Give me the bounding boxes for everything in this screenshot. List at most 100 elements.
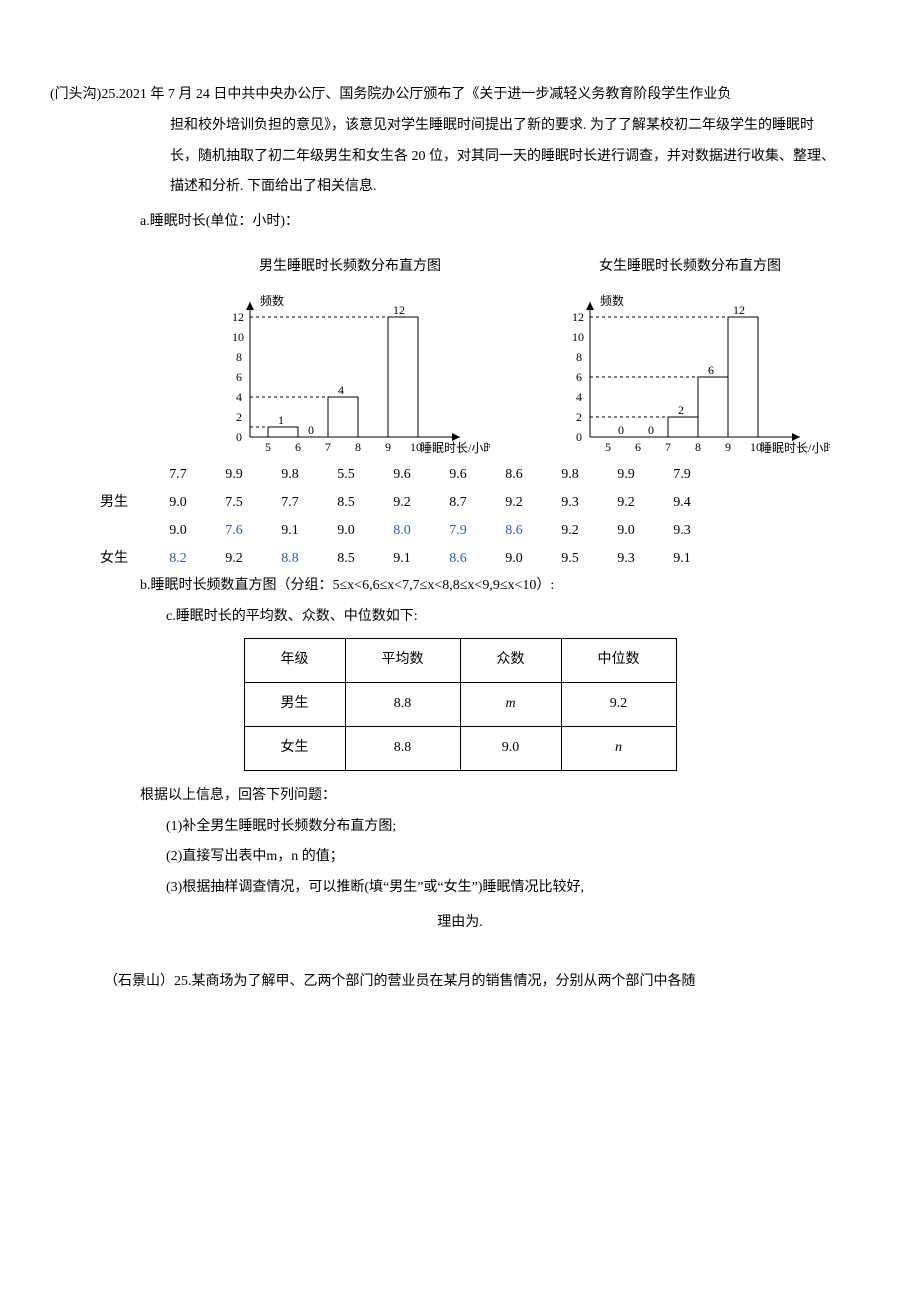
table-row: 年级 平均数 众数 中位数 (244, 639, 676, 683)
q1-line1: (门头沟)25.2021 年 7 月 24 日中共中央办公厅、国务院办公厅颁布了… (50, 80, 870, 111)
bar-label: 0 (308, 423, 314, 437)
tick: 10 (410, 440, 422, 454)
charts-row: 男生睡眠时长频数分布直方图 频数 睡眠时长/小时 0 2 4 6 8 10 12… (210, 252, 830, 457)
xlabel: 睡眠时长/小时 (420, 441, 490, 455)
data-cell: 8.6 (430, 545, 486, 573)
question-25-shijingshan: （石景山）25.某商场为了解甲、乙两个部门的营业员在某月的销售情况，分别从两个部… (50, 967, 870, 998)
tick: 9 (725, 440, 731, 454)
th-median: 中位数 (561, 639, 676, 683)
td: 9.2 (561, 683, 676, 727)
boys-chart-title: 男生睡眠时长频数分布直方图 (259, 252, 441, 283)
data-cell: 7.6 (206, 517, 262, 545)
tick: 2 (576, 410, 582, 424)
bar-label: 4 (338, 383, 344, 397)
ylabel: 频数 (260, 293, 284, 308)
td: 9.0 (460, 726, 561, 770)
data-cell: 9.9 (206, 461, 262, 489)
followup-prompt: 根据以上信息，回答下列问题： (50, 781, 870, 812)
td: 女生 (244, 726, 345, 770)
data-cell: 9.2 (486, 489, 542, 517)
data-cell: 8.6 (486, 517, 542, 545)
th-grade: 年级 (244, 639, 345, 683)
data-cell: 8.7 (430, 489, 486, 517)
q1-para-l2: 担和校外培训负担的意见》，该意见对学生睡眠时间提出了新的要求. 为了了解某校初二… (50, 111, 870, 142)
blank-cell (100, 517, 150, 545)
tick: 0 (576, 430, 582, 444)
data-cell: 9.1 (374, 545, 430, 573)
data-cell: 9.4 (654, 489, 710, 517)
q1-para-l3: 长，随机抽取了初二年级男生和女生各 20 位，对其同一天的睡眠时长进行调查，并对… (50, 142, 870, 173)
tick: 8 (236, 350, 242, 364)
tick: 10 (572, 330, 584, 344)
tick: 6 (635, 440, 641, 454)
data-cell: 7.7 (262, 489, 318, 517)
data-cell: 7.9 (654, 461, 710, 489)
td: 8.8 (345, 683, 460, 727)
tick: 8 (576, 350, 582, 364)
girls-chart-title: 女生睡眠时长频数分布直方图 (599, 252, 781, 283)
data-cell: 7.7 (150, 461, 206, 489)
tick: 5 (605, 440, 611, 454)
data-cell: 9.0 (150, 489, 206, 517)
girls-row-label: 女生 (100, 545, 150, 573)
data-cell: 9.2 (374, 489, 430, 517)
section-c-label: c.睡眠时长的平均数、众数、中位数如下: (50, 602, 870, 633)
question-25-mentougou: (门头沟)25.2021 年 7 月 24 日中共中央办公厅、国务院办公厅颁布了… (50, 80, 870, 939)
boys-row-label: 男生 (100, 489, 150, 517)
data-cell: 8.8 (262, 545, 318, 573)
boys-histogram: 频数 睡眠时长/小时 0 2 4 6 8 10 12 5 6 7 8 9 10 (210, 287, 490, 457)
stats-table: 年级 平均数 众数 中位数 男生 8.8 m 9.2 女生 8.8 9.0 n (244, 638, 677, 770)
tick: 10 (232, 330, 244, 344)
q1-para-l1: 2021 年 7 月 24 日中共中央办公厅、国务院办公厅颁布了《关于进一步减轻… (119, 87, 732, 102)
bar-label: 2 (678, 403, 684, 417)
data-cell: 9.0 (150, 517, 206, 545)
xlabel: 睡眠时长/小时 (760, 441, 830, 455)
tick: 12 (572, 310, 584, 324)
raw-data-grid: 7.7 9.9 9.8 5.5 9.6 9.6 8.6 9.8 9.9 7.9 … (100, 461, 870, 573)
tick: 2 (236, 410, 242, 424)
tick: 6 (576, 370, 582, 384)
th-mean: 平均数 (345, 639, 460, 683)
tick: 6 (236, 370, 242, 384)
data-cell: 9.0 (598, 517, 654, 545)
girls-histogram: 频数 睡眠时长/小时 0 2 4 6 8 10 12 5 6 7 8 9 10 … (550, 287, 830, 457)
tick: 7 (665, 440, 671, 454)
data-cell: 8.0 (374, 517, 430, 545)
bar-label: 0 (648, 423, 654, 437)
sub-question-1: (1)补全男生睡眠时长频数分布直方图; (50, 812, 870, 843)
tick: 9 (385, 440, 391, 454)
section-b-label: b.睡眠时长频数直方图（分组：5≤x<6,6≤x<7,7≤x<8,8≤x<9,9… (50, 571, 870, 602)
data-cell: 8.5 (318, 545, 374, 573)
data-cell: 5.5 (318, 461, 374, 489)
data-cell: 9.2 (206, 545, 262, 573)
section-a-label: a.睡眠时长(单位：小时)： (50, 207, 870, 238)
data-cell: 9.8 (262, 461, 318, 489)
td: 8.8 (345, 726, 460, 770)
data-cell: 7.9 (430, 517, 486, 545)
boys-chart-block: 男生睡眠时长频数分布直方图 频数 睡眠时长/小时 0 2 4 6 8 10 12… (210, 252, 490, 457)
tick: 7 (325, 440, 331, 454)
td-m: m (460, 683, 561, 727)
bar-label: 1 (278, 413, 284, 427)
tick: 10 (750, 440, 762, 454)
tick: 12 (232, 310, 244, 324)
data-cell: 9.3 (654, 517, 710, 545)
q1-para-l4: 描述和分析. 下面给出了相关信息. (50, 172, 870, 203)
data-cell: 9.5 (542, 545, 598, 573)
th-mode: 众数 (460, 639, 561, 683)
reason-line: 理由为. (50, 908, 870, 939)
tick: 6 (295, 440, 301, 454)
data-cell: 9.6 (374, 461, 430, 489)
tick: 8 (355, 440, 361, 454)
data-cell: 8.2 (150, 545, 206, 573)
ylabel: 频数 (600, 293, 624, 308)
data-cell: 9.1 (654, 545, 710, 573)
data-cell: 9.0 (318, 517, 374, 545)
data-cell: 8.5 (318, 489, 374, 517)
td-n: n (561, 726, 676, 770)
data-cell: 9.1 (262, 517, 318, 545)
tick: 4 (236, 390, 242, 404)
data-cell: 9.2 (542, 517, 598, 545)
tick: 5 (265, 440, 271, 454)
data-cell: 9.6 (430, 461, 486, 489)
